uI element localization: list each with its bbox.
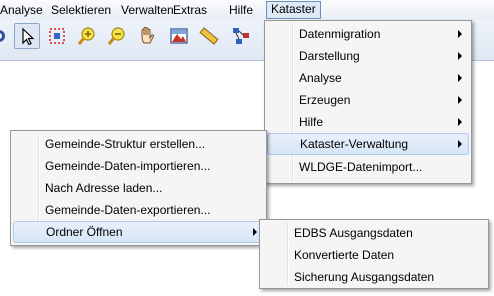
zoom-out-icon[interactable] [104,23,130,49]
menu-item-label: Gemeinde-Struktur erstellen... [45,137,206,151]
menu-selektieren[interactable]: Selektieren [47,2,115,18]
menu-item-label: EDBS Ausgangsdaten [294,226,413,240]
menu-item-label: Erzeugen [299,93,351,107]
menu-item-hilfe[interactable]: Hilfe [267,111,469,133]
menu-item-sicherung-ausgangsdaten[interactable]: Sicherung Ausgangsdaten [262,266,486,288]
menu-item-wldge-datenimport[interactable]: WLDGE-Datenimport... [267,156,469,178]
menu-item-label: Analyse [299,71,342,85]
menu-item-gemeinde-daten-exportieren[interactable]: Gemeinde-Daten-exportieren... [13,199,264,221]
network-icon[interactable] [228,23,254,49]
submenu-arrow-icon [458,140,462,148]
kataster-verwaltung-submenu: Gemeinde-Struktur erstellen... Gemeinde-… [10,130,267,246]
partial-tool-icon[interactable] [0,23,12,49]
submenu-arrow-icon [458,96,462,104]
menu-item-nach-adresse-laden[interactable]: Nach Adresse laden... [13,177,264,199]
menu-item-label: Kataster-Verwaltung [300,137,409,151]
map-image-icon[interactable] [166,23,192,49]
menu-item-label: Hilfe [299,115,324,129]
menu-item-gemeinde-daten-importieren[interactable]: Gemeinde-Daten-importieren... [13,155,264,177]
menu-extras[interactable]: Extras [169,2,211,18]
submenu-arrow-icon [458,52,462,60]
menu-item-edbs-ausgangsdaten[interactable]: EDBS Ausgangsdaten [262,222,486,244]
menu-item-label: WLDGE-Datenimport... [299,160,423,174]
menu-item-label: Sicherung Ausgangsdaten [294,270,435,284]
submenu-arrow-icon [458,74,462,82]
menu-item-darstellung[interactable]: Darstellung [267,45,469,67]
submenu-arrow-icon [458,30,462,38]
menu-item-gemeinde-struktur-erstellen[interactable]: Gemeinde-Struktur erstellen... [13,133,264,155]
ordner-oeffnen-submenu: EDBS Ausgangsdaten Konvertierte Daten Si… [259,219,489,289]
menu-item-ordner-oeffnen[interactable]: Ordner Öffnen [13,221,264,243]
menu-item-analyse[interactable]: Analyse [267,67,469,89]
grid-select-icon[interactable] [44,23,70,49]
menu-item-label: Konvertierte Daten [294,248,395,262]
menu-item-konvertierte-daten[interactable]: Konvertierte Daten [262,244,486,266]
ruler-icon[interactable] [196,23,222,49]
menu-item-label: Gemeinde-Daten-importieren... [45,159,211,173]
submenu-arrow-icon [458,118,462,126]
submenu-arrow-icon [253,228,257,236]
menu-item-label: Datenmigration [299,27,381,41]
zoom-in-icon[interactable] [74,23,100,49]
menu-item-erzeugen[interactable]: Erzeugen [267,89,469,111]
pointer-select-icon[interactable] [14,23,40,49]
menu-kataster[interactable]: Kataster [266,1,321,19]
menu-hilfe[interactable]: Hilfe [225,2,257,18]
menu-item-label: Darstellung [299,49,360,63]
pan-hand-icon[interactable] [134,23,160,49]
menu-item-label: Ordner Öffnen [46,225,123,239]
menu-item-label: Nach Adresse laden... [45,181,163,195]
menu-item-datenmigration[interactable]: Datenmigration [267,23,469,45]
menu-item-kataster-verwaltung[interactable]: Kataster-Verwaltung [267,133,469,155]
menu-analyse[interactable]: Analyse [0,2,47,18]
menu-bar: Analyse Selektieren Verwalten Extras Hil… [0,0,494,21]
menu-item-label: Gemeinde-Daten-exportieren... [45,203,211,217]
kataster-menu: Datenmigration Darstellung Analyse Erzeu… [264,20,472,184]
